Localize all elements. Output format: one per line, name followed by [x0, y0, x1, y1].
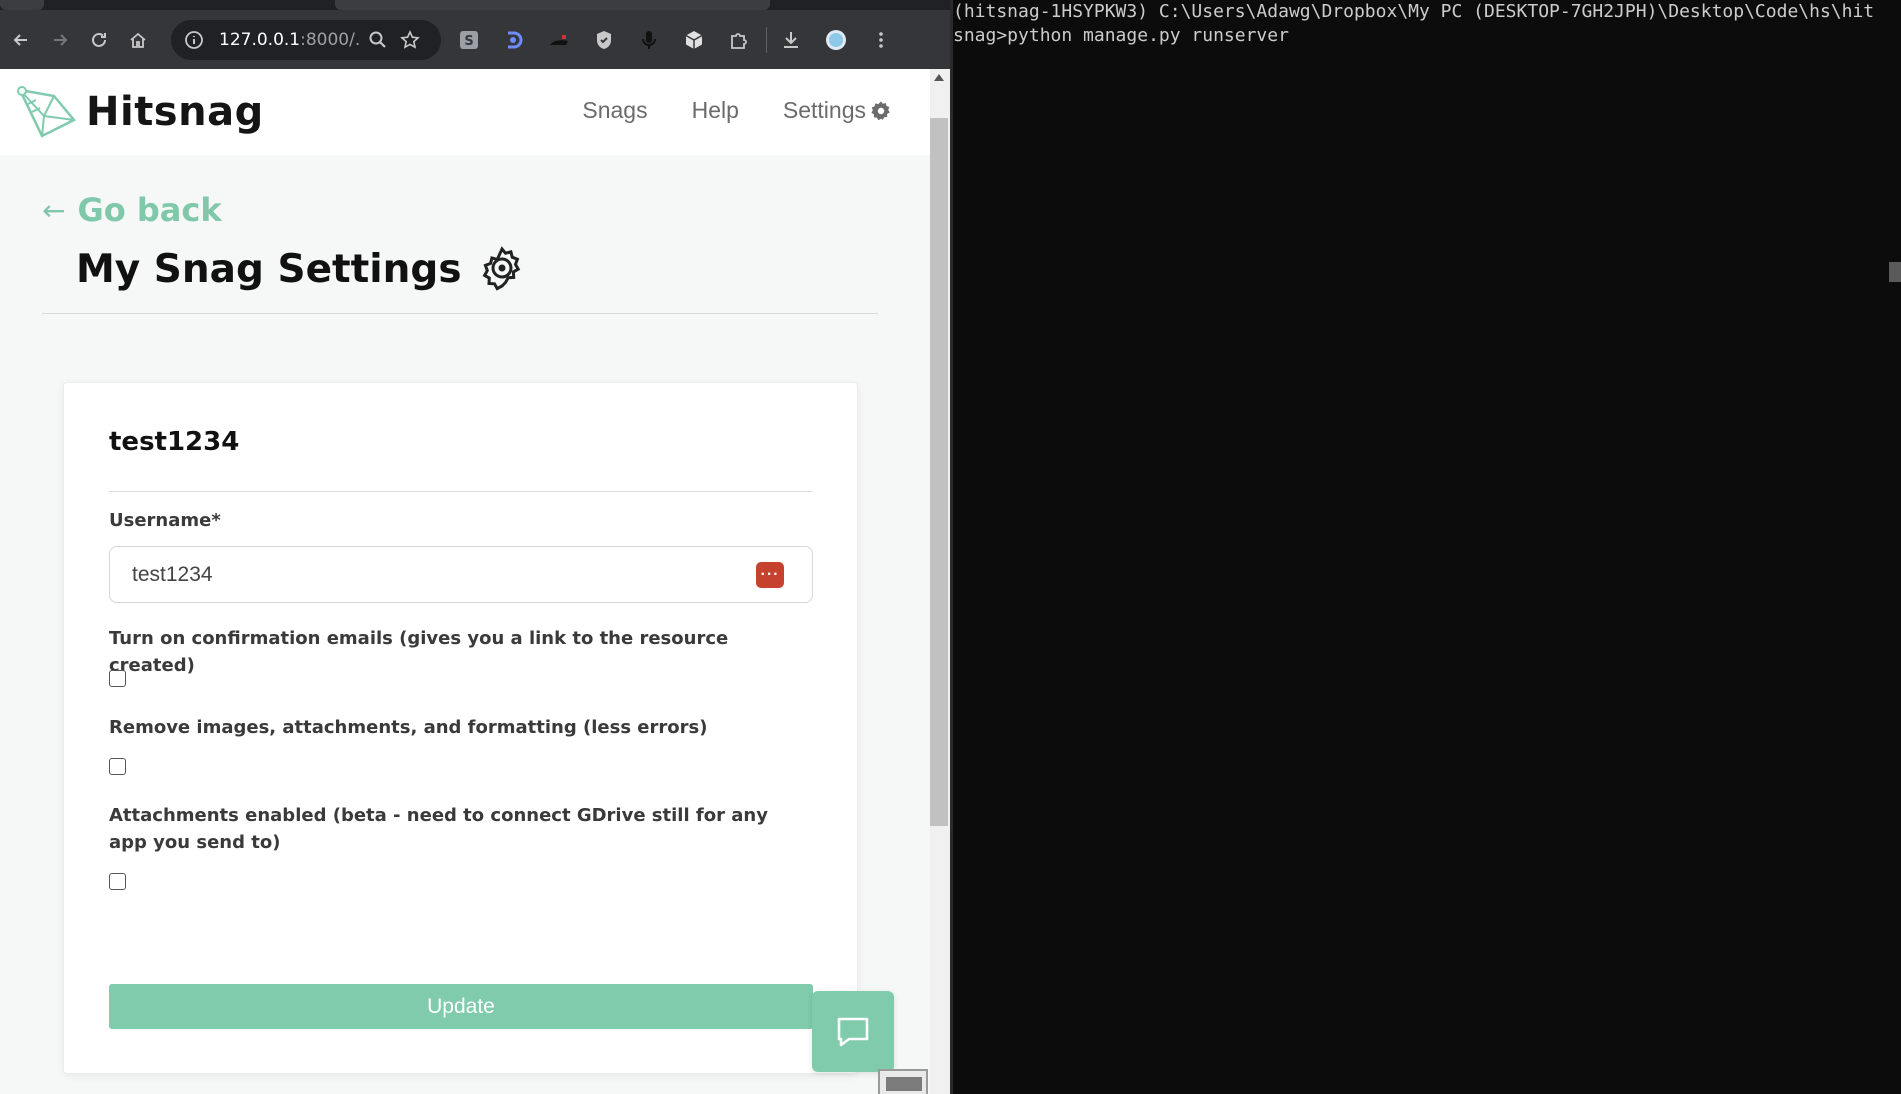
left-arrow-icon: ←	[42, 193, 66, 227]
terminal-line: snag>python manage.py runserver	[953, 25, 1289, 46]
scrollbar-thumb[interactable]	[930, 118, 948, 826]
password-manager-icon[interactable]: ···	[756, 562, 784, 588]
url-host: 127.0.0.1	[219, 29, 301, 50]
gear-icon	[871, 100, 890, 120]
shield-extension-icon[interactable]	[590, 26, 618, 54]
nav-link-help[interactable]: Help	[692, 97, 739, 124]
nav-link-label: Settings	[782, 97, 866, 123]
browser-menu-icon[interactable]	[867, 26, 895, 54]
update-button[interactable]: Update	[109, 984, 813, 1029]
attachments-enabled-checkbox[interactable]	[109, 873, 126, 890]
profile-avatar-icon[interactable]	[822, 26, 850, 54]
card-divider	[109, 491, 813, 492]
d-extension-icon[interactable]	[500, 26, 528, 54]
tab[interactable]	[335, 0, 770, 10]
dark-extension-icon[interactable]	[545, 26, 573, 54]
nav-link-snags[interactable]: Snags	[582, 97, 647, 124]
chat-bubble-icon	[837, 1017, 869, 1046]
update-button-label: Update	[427, 994, 495, 1018]
reload-icon[interactable]	[84, 25, 114, 55]
puzzle-extensions-icon[interactable]	[725, 26, 753, 54]
chat-button[interactable]	[812, 991, 894, 1072]
scroll-up-arrow-icon[interactable]	[934, 74, 944, 81]
option-label-confirmation-emails: Turn on confirmation emails (gives you a…	[109, 628, 729, 676]
address-bar[interactable]: 127.0.0.1:8000/...	[171, 19, 441, 60]
bookmark-star-icon[interactable]	[397, 27, 423, 53]
option-label-attachments: Attachments enabled (beta - need to conn…	[109, 805, 768, 853]
settings-gear-icon	[482, 246, 520, 291]
microphone-extension-icon[interactable]	[635, 26, 663, 54]
go-back-label: Go back	[77, 191, 222, 229]
site-navbar: Hitsnag Snags Help Settings	[0, 69, 930, 155]
hitsnag-logo-icon	[17, 86, 76, 138]
go-back-link[interactable]: ← Go back	[42, 191, 222, 229]
nav-link-label: Help	[691, 97, 739, 123]
terminal-line: (hitsnag-1HSYPKW3) C:\Users\Adawg\Dropbo…	[953, 1, 1875, 22]
url-path: :8000/...	[300, 29, 359, 50]
tab-strip	[0, 0, 950, 10]
back-icon[interactable]	[6, 25, 36, 55]
title-divider	[42, 313, 878, 314]
zoom-icon[interactable]	[365, 27, 391, 53]
username-label: Username*	[109, 510, 221, 531]
cube-extension-icon[interactable]	[680, 26, 708, 54]
forward-icon[interactable]	[45, 25, 75, 55]
nav-links: Snags Help Settings	[538, 97, 892, 124]
site-info-icon[interactable]	[181, 27, 207, 53]
confirmation-emails-checkbox[interactable]	[109, 670, 126, 687]
home-icon[interactable]	[123, 25, 153, 55]
svg-text:S: S	[464, 34, 473, 49]
url-text[interactable]: 127.0.0.1:8000/...	[219, 30, 359, 50]
browser-toolbar: 127.0.0.1:8000/... S	[0, 10, 950, 69]
page-title-text: My Snag Settings	[76, 246, 462, 292]
browser-window: 127.0.0.1:8000/... S	[0, 0, 950, 1094]
toolbar-separator	[766, 26, 767, 53]
username-field[interactable]: test1234 ···	[109, 546, 813, 603]
tab[interactable]	[0, 0, 44, 10]
corner-widget[interactable]	[878, 1069, 928, 1094]
extensions-row: S	[455, 26, 912, 54]
card-title: test1234	[109, 427, 240, 457]
remove-formatting-checkbox[interactable]	[109, 758, 126, 775]
terminal-window[interactable]: (hitsnag-1HSYPKW3) C:\Users\Adawg\Dropbo…	[953, 0, 1901, 1094]
web-page: Hitsnag Snags Help Settings ← Go back My…	[0, 69, 930, 1094]
terminal-scrollbar-thumb[interactable]	[1889, 262, 1901, 282]
nav-link-label: Snags	[582, 97, 648, 123]
brand-name: Hitsnag	[86, 89, 264, 135]
page-title: My Snag Settings	[76, 245, 526, 293]
settings-card: test1234 Username* test1234 ··· Turn on …	[63, 382, 858, 1074]
username-value: test1234	[132, 562, 213, 586]
option-label-remove-formatting: Remove images, attachments, and formatti…	[109, 717, 708, 738]
brand[interactable]: Hitsnag	[14, 82, 264, 142]
s-extension-icon[interactable]: S	[455, 26, 483, 54]
download-icon[interactable]	[777, 26, 805, 54]
nav-link-settings[interactable]: Settings	[783, 97, 892, 124]
